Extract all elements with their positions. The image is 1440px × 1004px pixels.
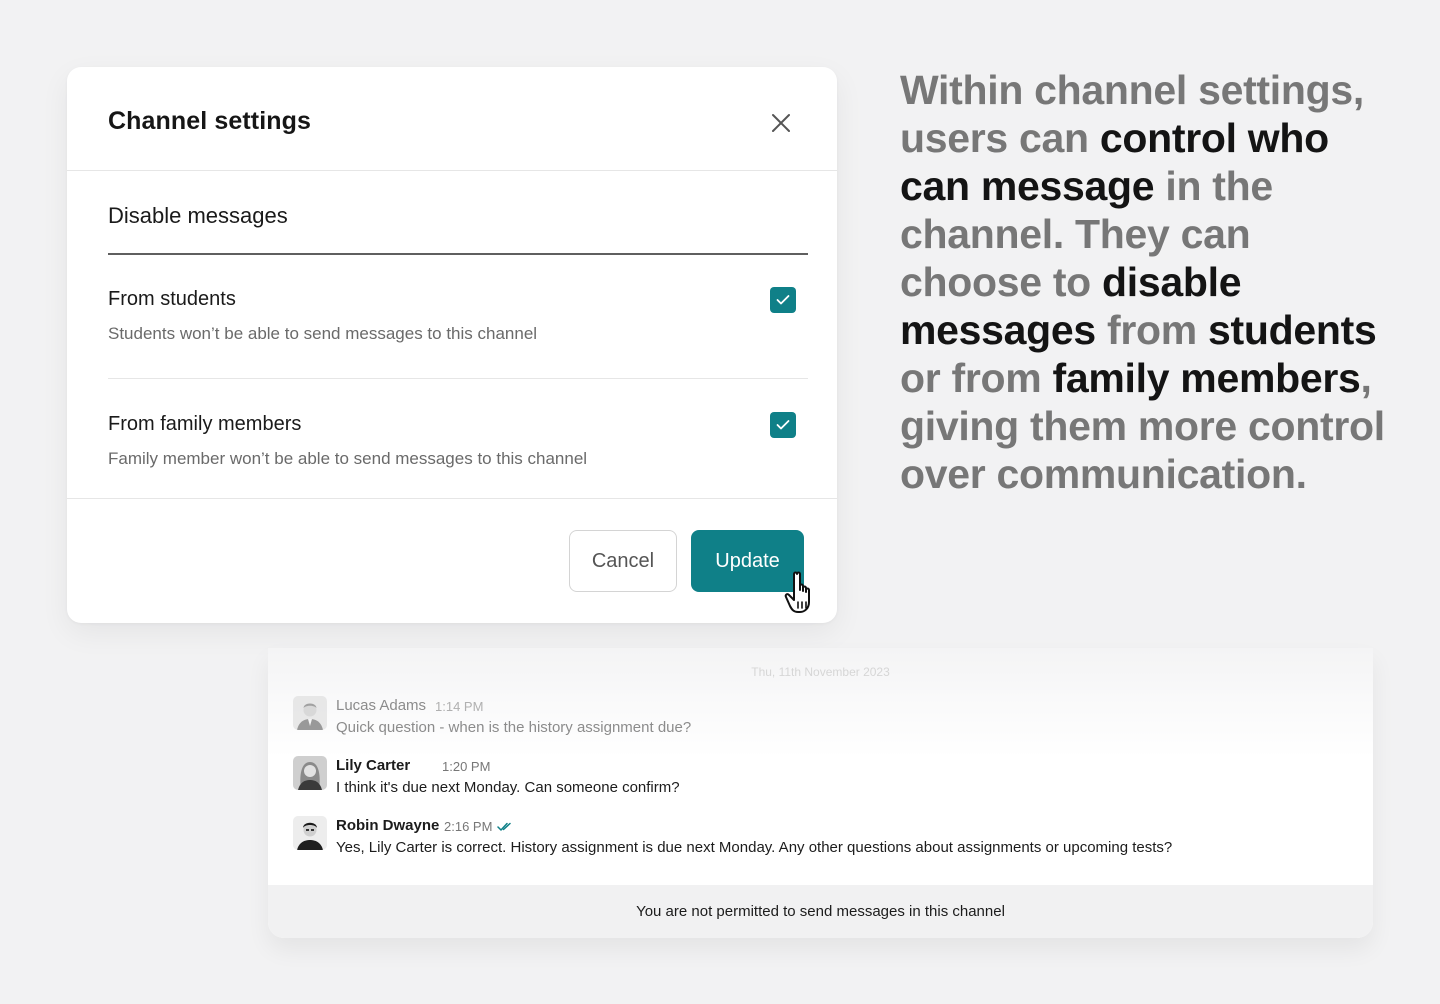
feature-description: Within channel settings, users can contr… xyxy=(900,66,1400,498)
message-text: Quick question - when is the history ass… xyxy=(336,719,692,736)
students-checkbox[interactable] xyxy=(770,287,796,313)
blurb-text: or from xyxy=(900,355,1053,401)
chat-panel: Thu, 11th November 2023 Lucas Adams 1:14… xyxy=(268,648,1373,938)
message-time: 1:20 PM xyxy=(442,759,491,774)
sender-name: Robin Dwayne xyxy=(336,817,440,834)
blurb-emphasis: family members xyxy=(1052,355,1361,401)
not-permitted-notice: You are not permitted to send messages i… xyxy=(268,885,1373,938)
footer-divider xyxy=(67,498,837,499)
cancel-button[interactable]: Cancel xyxy=(569,530,677,592)
family-members-checkbox[interactable] xyxy=(770,412,796,438)
message-text: Yes, Lily Carter is correct. History ass… xyxy=(336,839,1173,856)
close-icon[interactable] xyxy=(767,109,795,137)
sender-name: Lily Carter xyxy=(336,757,411,774)
blurb-emphasis: students xyxy=(1208,307,1377,353)
message-text: I think it's due next Monday. Can someon… xyxy=(336,779,680,796)
option-description: Students won’t be able to send messages … xyxy=(108,324,538,343)
option-label: From family members xyxy=(108,413,302,435)
avatar xyxy=(293,816,327,850)
avatar xyxy=(293,696,327,730)
message-time: 2:16 PM xyxy=(444,819,493,834)
avatar xyxy=(293,756,327,790)
option-divider xyxy=(108,378,808,379)
check-icon xyxy=(776,295,790,305)
blurb-text: from xyxy=(1095,307,1209,353)
channel-settings-modal: Channel settings Disable messages From s… xyxy=(67,67,837,623)
sender-name: Lucas Adams xyxy=(336,697,427,714)
message-time: 1:14 PM xyxy=(435,699,484,714)
date-divider: Thu, 11th November 2023 xyxy=(751,665,890,679)
section-divider xyxy=(108,253,808,255)
section-title: Disable messages xyxy=(108,203,288,228)
modal-header: Channel settings xyxy=(67,67,837,171)
option-label: From students xyxy=(108,288,236,310)
notice-text: You are not permitted to send messages i… xyxy=(636,903,1005,920)
read-receipt-check-icon xyxy=(497,822,511,831)
modal-title: Channel settings xyxy=(108,107,312,135)
hand-pointer-cursor-icon xyxy=(783,570,827,618)
check-icon xyxy=(776,420,790,430)
option-description: Family member won’t be able to send mess… xyxy=(108,449,588,468)
